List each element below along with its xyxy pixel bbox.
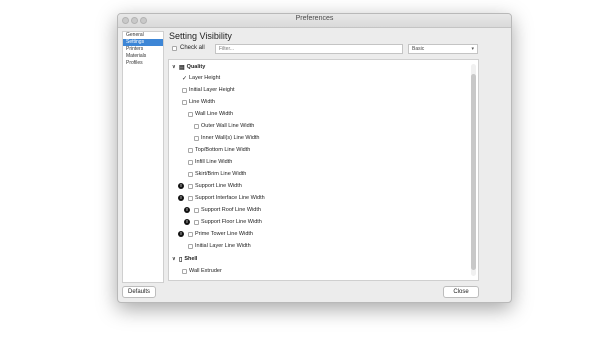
- filter-input[interactable]: [215, 44, 403, 54]
- checkmark-icon: ✓: [182, 75, 188, 82]
- setting-checkbox[interactable]: [194, 123, 199, 129]
- list-item[interactable]: Infill Line Width: [188, 157, 232, 167]
- check-all[interactable]: Check all: [172, 45, 205, 51]
- scrollbar[interactable]: [471, 64, 476, 276]
- setting-label: Support Interface Line Width: [195, 195, 265, 201]
- scrollbar-thumb[interactable]: [471, 74, 476, 270]
- quality-icon: ▤: [179, 64, 185, 71]
- list-item[interactable]: ! Support Line Width: [178, 181, 242, 191]
- list-item[interactable]: Initial Layer Line Width: [188, 241, 251, 251]
- list-item[interactable]: Outer Wall Line Width: [194, 121, 254, 131]
- setting-label: Top/Bottom Line Width: [195, 147, 251, 153]
- setting-checkbox[interactable]: [182, 99, 187, 105]
- setting-label: Line Width: [189, 99, 215, 105]
- setting-label: Prime Tower Line Width: [195, 231, 253, 237]
- visibility-preset-select[interactable]: Basic ▾: [408, 44, 478, 54]
- category-shell[interactable]: ∨ ▯ Shell: [172, 254, 197, 264]
- list-item[interactable]: Skirt/Brim Line Width: [188, 169, 246, 179]
- setting-checkbox[interactable]: [188, 147, 193, 153]
- setting-label: Layer Height: [189, 75, 221, 81]
- info-icon[interactable]: !: [178, 231, 184, 237]
- category-quality[interactable]: ∨ ▤ Quality: [172, 62, 205, 72]
- window-title: Preferences: [295, 15, 334, 22]
- setting-label: Skirt/Brim Line Width: [195, 171, 247, 177]
- setting-label: Initial Layer Height: [189, 87, 235, 93]
- setting-checkbox[interactable]: [194, 219, 199, 225]
- info-icon[interactable]: !: [178, 195, 184, 201]
- list-item[interactable]: Line Width: [182, 97, 215, 107]
- close-button[interactable]: Close: [443, 286, 479, 298]
- list-item[interactable]: ! Support Roof Line Width: [184, 205, 261, 215]
- setting-label: Wall Line Width: [195, 111, 234, 117]
- preferences-sidebar: General Settings Printers Materials Prof…: [122, 31, 164, 283]
- desktop-background: Preferences General Settings Printers Ma…: [0, 0, 600, 338]
- sidebar-item-general[interactable]: General: [123, 32, 163, 39]
- check-all-label: Check all: [180, 45, 205, 51]
- info-icon[interactable]: !: [178, 183, 184, 189]
- setting-checkbox[interactable]: [188, 195, 193, 201]
- setting-checkbox[interactable]: [194, 207, 199, 213]
- category-label: Shell: [184, 256, 198, 262]
- list-item[interactable]: Initial Layer Height: [182, 85, 235, 95]
- setting-checkbox[interactable]: [182, 87, 187, 93]
- setting-label: Support Floor Line Width: [201, 219, 262, 225]
- list-item[interactable]: ! Prime Tower Line Width: [178, 229, 253, 239]
- list-item[interactable]: Top/Bottom Line Width: [188, 145, 250, 155]
- sidebar-item-materials[interactable]: Materials: [123, 53, 163, 60]
- expand-arrow-icon: ∨: [172, 64, 176, 70]
- list-item[interactable]: ! Support Floor Line Width: [184, 217, 262, 227]
- sidebar-item-settings[interactable]: Settings: [123, 39, 163, 46]
- chevron-down-icon: ▾: [471, 46, 474, 52]
- setting-checkbox[interactable]: [182, 268, 187, 274]
- page-title: Setting Visibility: [169, 31, 232, 41]
- settings-list[interactable]: ∨ ▤ Quality ✓ Layer Height Initial Layer…: [168, 59, 479, 281]
- preferences-window: Preferences General Settings Printers Ma…: [117, 13, 512, 303]
- expand-arrow-icon: ∨: [172, 256, 176, 262]
- info-icon[interactable]: !: [184, 207, 190, 213]
- setting-checkbox[interactable]: [194, 135, 199, 141]
- setting-checkbox[interactable]: [188, 183, 193, 189]
- list-item[interactable]: Wall Line Width: [188, 109, 233, 119]
- setting-label: Inner Wall(s) Line Width: [201, 135, 260, 141]
- setting-label: Support Line Width: [195, 183, 242, 189]
- setting-checkbox[interactable]: [188, 111, 193, 117]
- setting-label: Wall Extruder: [189, 268, 222, 274]
- setting-checkbox[interactable]: [188, 243, 193, 249]
- shell-icon: ▯: [179, 256, 183, 263]
- list-item[interactable]: ✓ Layer Height: [182, 73, 220, 83]
- setting-checkbox[interactable]: [188, 231, 193, 237]
- sidebar-item-printers[interactable]: Printers: [123, 46, 163, 53]
- info-icon[interactable]: !: [184, 219, 190, 225]
- preset-value: Basic: [412, 46, 425, 52]
- setting-label: Support Roof Line Width: [201, 207, 261, 213]
- title-bar[interactable]: Preferences: [118, 14, 511, 28]
- defaults-button[interactable]: Defaults: [122, 286, 156, 298]
- list-item[interactable]: ! Support Interface Line Width: [178, 193, 265, 203]
- category-label: Quality: [186, 64, 206, 70]
- setting-checkbox[interactable]: [188, 171, 193, 177]
- check-all-checkbox[interactable]: [172, 45, 177, 51]
- list-item[interactable]: Inner Wall(s) Line Width: [194, 133, 259, 143]
- setting-label: Initial Layer Line Width: [195, 243, 251, 249]
- setting-label: Infill Line Width: [195, 159, 233, 165]
- setting-checkbox[interactable]: [188, 159, 193, 165]
- list-item[interactable]: Wall Extruder: [182, 266, 222, 276]
- setting-label: Outer Wall Line Width: [201, 123, 255, 129]
- sidebar-item-profiles[interactable]: Profiles: [123, 60, 163, 67]
